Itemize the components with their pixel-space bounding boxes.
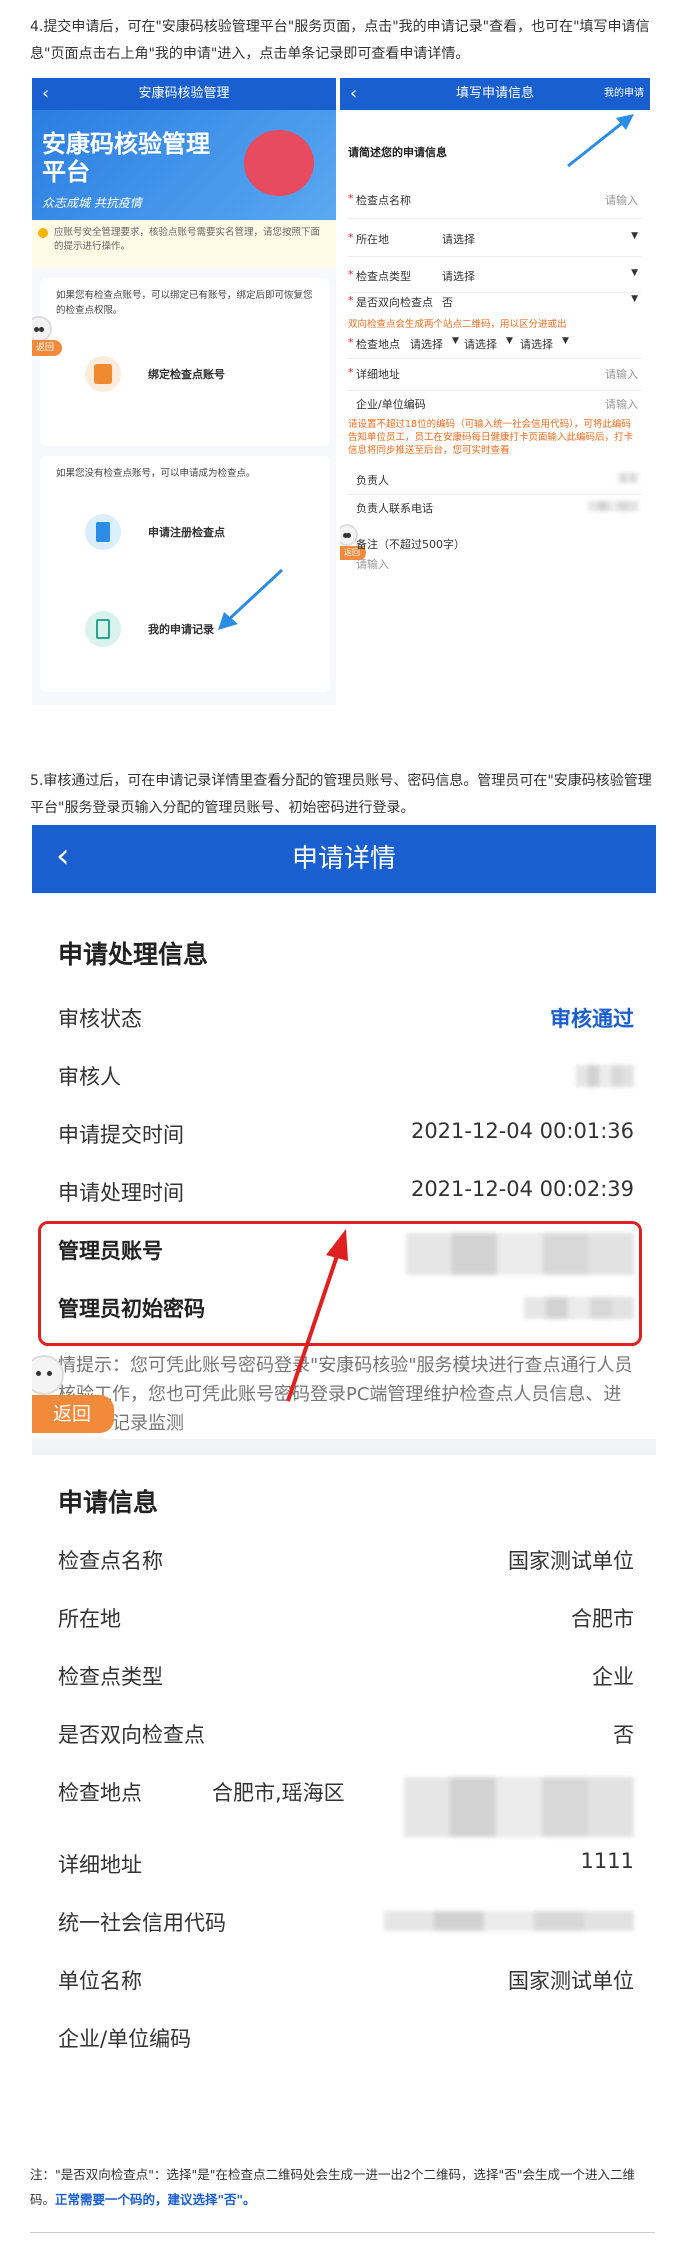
bind-card-text: 如果您有检查点账号，可以绑定已有账号，绑定后即可恢复您的检查点权限。 [56, 290, 313, 316]
register-label[interactable]: 申请注册检查点 [148, 524, 225, 540]
right-title-bar: ‹ 填写申请信息 我的申请 [340, 78, 650, 110]
city-select[interactable]: 请选择 [464, 336, 497, 352]
apply-row-label: 检查点类型 [58, 1665, 163, 1689]
back-tab[interactable]: 返回 [32, 1395, 114, 1433]
apply-row-label: 企业/单位编码 [58, 2027, 192, 2051]
dropdown-icon: ▼ [631, 294, 638, 304]
left-phone-screenshot: ‹ 安康码核验管理 安康码核验管理平台 众志成城 共抗疫情 应账号安全管理要求，… [32, 78, 336, 705]
apply-row-value: 国家测试单位 [508, 1549, 634, 1573]
my-apply-link[interactable]: 我的申请 [604, 78, 644, 110]
status-badge: 审核通过 [550, 1007, 634, 1031]
code-note: 请设置不超过18位的编码（可输入统一社会信用代码），可将此编码告知单位员工，员工… [348, 419, 634, 456]
bidir-label: 是否双向检查点 [356, 296, 433, 309]
type-label: 检查点类型 [356, 270, 411, 283]
district-select[interactable]: 请选择 [520, 336, 553, 352]
section-title: 请简述您的申请信息 [348, 146, 447, 159]
notice: 应账号安全管理要求，核验点账号需要实名管理，请您按照下面的提示进行操作。 [32, 220, 336, 268]
detail-screenshot: ‹ 申请详情 申请处理信息 审核状态 审核通过 审核人 申请提交时间 2021-… [32, 825, 656, 2130]
bottom-divider [30, 2232, 655, 2233]
step5-text: 5.审核通过后，可在申请记录详情里查看分配的管理员账号、密码信息。管理员可在"安… [30, 773, 652, 816]
left-title: 安康码核验管理 [138, 86, 230, 101]
name-label: 检查点名称 [356, 194, 411, 207]
register-card: 如果您没有检查点账号，可以申请成为检查点。 申请注册检查点 我的申请记录 [40, 456, 330, 692]
owner-blurred [618, 473, 638, 483]
records-label[interactable]: 我的申请记录 [148, 621, 214, 637]
apply-row-label: 所在地 [58, 1607, 121, 1631]
detail-title: 申请详情 [291, 844, 396, 874]
apply-row-label: 单位名称 [58, 1969, 142, 1993]
apply-row-label: 检查地点 [58, 1781, 142, 1805]
apply-row-label: 统一社会信用代码 [58, 1911, 226, 1935]
dropdown-icon: ▼ [506, 336, 513, 346]
admin-account-label: 管理员账号 [58, 1239, 163, 1263]
right-phone-screenshot: ‹ 填写申请信息 我的申请 请简述您的申请信息 * 检查点名称 请输入 * 所在… [340, 78, 650, 705]
bidir-note: 双向检查点会生成两个站点二维码，用以区分进或出 [348, 319, 567, 330]
address-label: 详细地址 [356, 368, 400, 381]
dropdown-icon: ▼ [631, 268, 638, 278]
bulb-icon [38, 228, 48, 238]
submit-time-value: 2021-12-04 00:01:36 [410, 1119, 634, 1143]
code-label: 企业/单位编码 [356, 398, 426, 411]
type-select[interactable]: 请选择 [442, 268, 475, 284]
admin-password-blurred [524, 1297, 634, 1319]
banner-title: 安康码核验管理平台 [42, 130, 210, 186]
place-label: 检查地点 [356, 338, 400, 351]
banner: 安康码核验管理平台 众志成城 共抗疫情 [32, 110, 336, 220]
pointer-arrow-icon [218, 568, 284, 630]
detail-title-bar: ‹ 申请详情 [32, 825, 656, 893]
note-emphasis: 正常需要一个码的，建议选择"否"。 [55, 2192, 256, 2207]
bind-card: 如果您有检查点账号，可以绑定已有账号，绑定后即可恢复您的检查点权限。 绑定检查点… [40, 278, 330, 446]
submit-time-label: 申请提交时间 [58, 1123, 184, 1147]
dropdown-icon: ▼ [452, 336, 459, 346]
apply-row-blurred [404, 1777, 634, 1837]
bidir-select[interactable]: 否 [442, 294, 453, 310]
pointer-arrow-icon [567, 114, 634, 168]
apply-row-blurred [384, 1911, 634, 1931]
apply-section-title: 申请信息 [58, 1488, 159, 1517]
process-section-title: 申请处理信息 [58, 940, 209, 969]
bind-label[interactable]: 绑定检查点账号 [148, 366, 225, 382]
admin-password-label: 管理员初始密码 [58, 1297, 205, 1321]
apply-row-value: 否 [613, 1723, 634, 1747]
dropdown-icon: ▼ [562, 336, 569, 346]
section-divider [32, 1439, 656, 1455]
bind-icon [94, 364, 112, 384]
reviewer-blurred [576, 1065, 634, 1087]
banner-slogan: 众志成城 共抗疫情 [42, 196, 142, 210]
dropdown-icon: ▼ [631, 231, 638, 241]
left-title-bar: ‹ 安康码核验管理 [32, 78, 336, 110]
remark-input[interactable]: 请输入 [356, 556, 389, 572]
location-label: 所在地 [356, 233, 389, 246]
admin-account-blurred [406, 1233, 634, 1275]
status-label: 审核状态 [58, 1007, 142, 1031]
apply-row-value: 合肥市 [571, 1607, 634, 1631]
apply-row-label: 详细地址 [58, 1853, 142, 1877]
apply-row-value: 企业 [592, 1665, 634, 1689]
reviewer-label: 审核人 [58, 1065, 121, 1089]
register-card-text: 如果您没有检查点账号，可以申请成为检查点。 [56, 468, 256, 479]
apply-row-value: 合肥市,瑶海区 [212, 1781, 345, 1805]
owner-label: 负责人 [356, 474, 389, 487]
id-card-icon [96, 522, 110, 542]
code-input[interactable]: 请输入 [605, 396, 638, 412]
apply-row-value: 国家测试单位 [508, 1969, 634, 1993]
phone-blurred [588, 501, 638, 511]
apply-row-value: 1111 [580, 1849, 634, 1873]
clipboard-icon [96, 619, 110, 639]
handle-time-label: 申请处理时间 [58, 1181, 184, 1205]
address-input[interactable]: 请输入 [605, 366, 638, 382]
back-tab[interactable]: 返回 [32, 340, 62, 356]
pointer-arrow-icon [286, 1229, 348, 1402]
handle-time-value: 2021-12-04 00:02:39 [410, 1177, 634, 1201]
apply-row-label: 检查点名称 [58, 1549, 163, 1573]
heart-icon [244, 130, 314, 196]
location-select[interactable]: 请选择 [442, 231, 475, 247]
remark-label: 备注（不超过500字） [356, 538, 465, 551]
apply-row-label: 是否双向检查点 [58, 1723, 205, 1747]
phone-label: 负责人联系电话 [356, 502, 433, 515]
step4-text: 4.提交申请后，可在"安康码核验管理平台"服务页面，点击"我的申请记录"查看，也… [30, 19, 650, 62]
name-input[interactable]: 请输入 [605, 192, 638, 208]
province-select[interactable]: 请选择 [410, 336, 443, 352]
footer-note: 注："是否双向检查点"：选择"是"在检查点二维码处会生成一进一出2个二维码，选择… [30, 2162, 655, 2212]
